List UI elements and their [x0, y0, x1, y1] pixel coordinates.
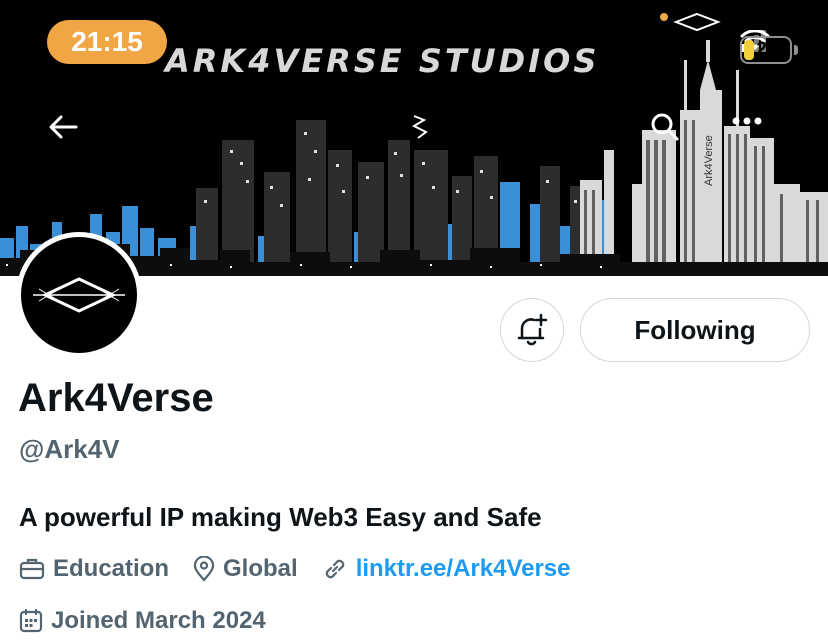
profile-category: Education [19, 555, 169, 583]
calendar-icon [19, 609, 43, 633]
ark4verse-logo-icon [33, 277, 125, 313]
banner-title: ARK4VERSE STUDIOS [165, 42, 600, 80]
bell-plus-icon [517, 313, 548, 346]
search-icon [651, 113, 679, 141]
battery-cap [794, 45, 798, 55]
profile-joined-label: Joined March 2024 [51, 607, 266, 634]
notifications-bell-button[interactable] [500, 298, 564, 362]
profile-category-label: Education [53, 555, 170, 582]
link-icon [325, 559, 344, 579]
profile-joined: Joined March 2024 [19, 607, 266, 635]
back-button[interactable] [48, 114, 98, 164]
profile-banner[interactable]: Ark4Verse ARK4VERSE STUDIOS 21:15 20 [0, 0, 828, 276]
profile-bio: A powerful IP making Web3 Easy and Safe [19, 502, 542, 532]
profile-joined-row: Joined March 2024 [19, 604, 290, 638]
briefcase-icon [19, 558, 45, 580]
following-button[interactable]: Following [580, 298, 810, 362]
battery-level: 20 [756, 39, 778, 60]
back-arrow-icon [49, 115, 78, 139]
battery-body: 20 [740, 36, 792, 64]
search-button[interactable] [650, 112, 700, 162]
more-icon [732, 117, 762, 125]
profile-location-label: Global [223, 555, 298, 582]
profile-location: Global [193, 555, 298, 583]
location-pin-icon [193, 556, 215, 582]
status-time: 21:15 [47, 20, 167, 64]
more-button[interactable] [732, 116, 782, 166]
status-bar-right: 20 [740, 30, 798, 70]
tower-label: Ark4Verse [703, 135, 715, 186]
battery-icon: 20 [740, 36, 798, 64]
profile-handle: @Ark4V [19, 434, 120, 464]
profile-website-link[interactable]: linktr.ee/Ark4Verse [356, 555, 571, 583]
avatar[interactable] [16, 232, 142, 358]
profile-display-name: Ark4Verse [18, 376, 214, 420]
profile-meta-row: Education Global linktr.ee/Ark4Verse [19, 552, 595, 586]
profile-website[interactable]: linktr.ee/Ark4Verse [322, 555, 571, 583]
